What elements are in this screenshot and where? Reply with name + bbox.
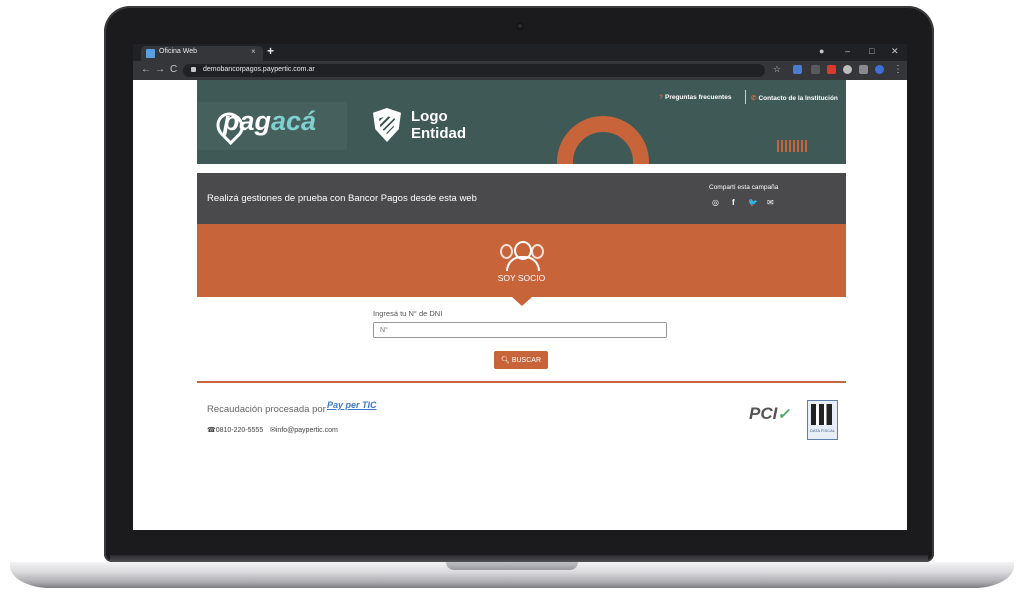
puzzle-icon[interactable] [859, 65, 868, 74]
favicon-icon [146, 49, 155, 58]
maximize-button[interactable]: □ [869, 46, 874, 56]
decorative-bars [777, 140, 807, 152]
whatsapp-icon[interactable]: ◎ [712, 198, 719, 207]
browser-toolbar: ← → C demobancorpagos.paypertic.com.ar ☆… [133, 61, 907, 80]
bookmark-star-icon[interactable]: ☆ [773, 64, 781, 75]
browser-tab-bar: Oficina Web × + ● – □ ✕ [133, 44, 907, 61]
brand-suffix: acá [271, 106, 317, 136]
pci-label: PCI [749, 404, 778, 423]
extension-icon[interactable] [811, 65, 820, 74]
logo-line2: Entidad [411, 125, 466, 142]
lock-icon [191, 67, 196, 72]
reload-button[interactable]: C [170, 64, 177, 75]
tab-title: Oficina Web [159, 48, 197, 55]
contact-link[interactable]: ✆ Contacto de la Institución [751, 94, 838, 102]
paypertic-logo[interactable]: Pay per TIC [327, 400, 377, 410]
soy-socio-label: SOY SOCIO [497, 273, 546, 283]
faq-link-label: Preguntas frecuentes [664, 94, 732, 101]
site-header: pagacá Logo Entidad ? Preguntas frecuente… [197, 80, 846, 164]
back-button[interactable]: ← [141, 64, 151, 75]
menu-kebab-icon[interactable]: ⋮ [893, 64, 903, 75]
close-window-button[interactable]: ✕ [891, 46, 899, 57]
laptop-notch [446, 562, 578, 570]
address-bar[interactable]: demobancorpagos.paypertic.com.ar [183, 64, 765, 77]
processed-by-text: Recaudación procesada por [207, 404, 326, 415]
search-icon: 🔍︎ [500, 357, 510, 364]
browser-profile-icon[interactable]: ● [819, 46, 824, 56]
phone-icon: ✆ [751, 95, 757, 102]
question-icon: ? [659, 94, 663, 101]
contact-link-label: Contacto de la Institución [758, 95, 838, 102]
phone-icon: ☎ [207, 427, 216, 434]
logo-entidad: Logo Entidad [411, 108, 466, 142]
users-icon [500, 241, 544, 271]
email-icon[interactable]: ✉ [767, 198, 774, 207]
extension-icon[interactable] [843, 65, 852, 74]
dni-label: Ingresá tu N° de DNI [373, 309, 443, 318]
facebook-icon[interactable]: f [732, 198, 735, 207]
browser-tab[interactable]: Oficina Web × [141, 46, 263, 61]
check-icon: ✓ [777, 406, 790, 423]
qr-code-icon [811, 404, 832, 425]
phone-contact: ☎0810-220-5555 [207, 426, 263, 434]
email-address: info@paypertic.com [275, 427, 338, 434]
buscar-button[interactable]: 🔍︎ BUSCAR [494, 351, 548, 369]
twitter-icon[interactable]: 🐦 [748, 198, 758, 207]
extension-icon[interactable] [827, 65, 836, 74]
website: pagacá Logo Entidad ? Preguntas frecuente… [133, 80, 907, 530]
logo-line1: Logo [411, 108, 448, 125]
forward-button[interactable]: → [155, 64, 165, 75]
dni-input[interactable] [373, 322, 667, 338]
shield-icon [373, 108, 401, 142]
soy-socio-tab[interactable]: SOY SOCIO [197, 224, 846, 297]
data-fiscal-label: DATA FISCAL [810, 428, 835, 433]
camera [516, 22, 524, 30]
data-fiscal-badge[interactable]: DATA FISCAL [807, 400, 838, 440]
extension-icon[interactable] [793, 65, 802, 74]
new-tab-button[interactable]: + [267, 44, 274, 58]
brand-prefix: pag [223, 106, 272, 136]
pagaca-logo[interactable]: pagacá [197, 102, 347, 150]
laptop-screen: Oficina Web × + ● – □ ✕ ← → C demobancor… [133, 44, 907, 530]
tab-close-icon[interactable]: × [251, 47, 256, 56]
decorative-arc [557, 116, 649, 164]
url-text: demobancorpagos.paypertic.com.ar [203, 66, 315, 73]
share-label: Compartí esta campaña [709, 184, 779, 191]
promo-text: Realizá gestiones de prueba con Bancor P… [207, 193, 477, 204]
tab-pointer [512, 297, 532, 306]
section-divider [197, 381, 846, 383]
toplinks-divider [745, 90, 746, 104]
phone-number: 0810-220-5555 [215, 427, 264, 434]
minimize-button[interactable]: – [845, 46, 850, 56]
pci-badge: PCI✓ [749, 404, 790, 424]
profile-avatar[interactable] [875, 65, 884, 74]
email-contact[interactable]: ✉info@paypertic.com [270, 426, 338, 434]
promo-banner: Realizá gestiones de prueba con Bancor P… [197, 173, 846, 224]
buscar-label: BUSCAR [511, 357, 542, 364]
faq-link[interactable]: ? Preguntas frecuentes [659, 94, 731, 101]
